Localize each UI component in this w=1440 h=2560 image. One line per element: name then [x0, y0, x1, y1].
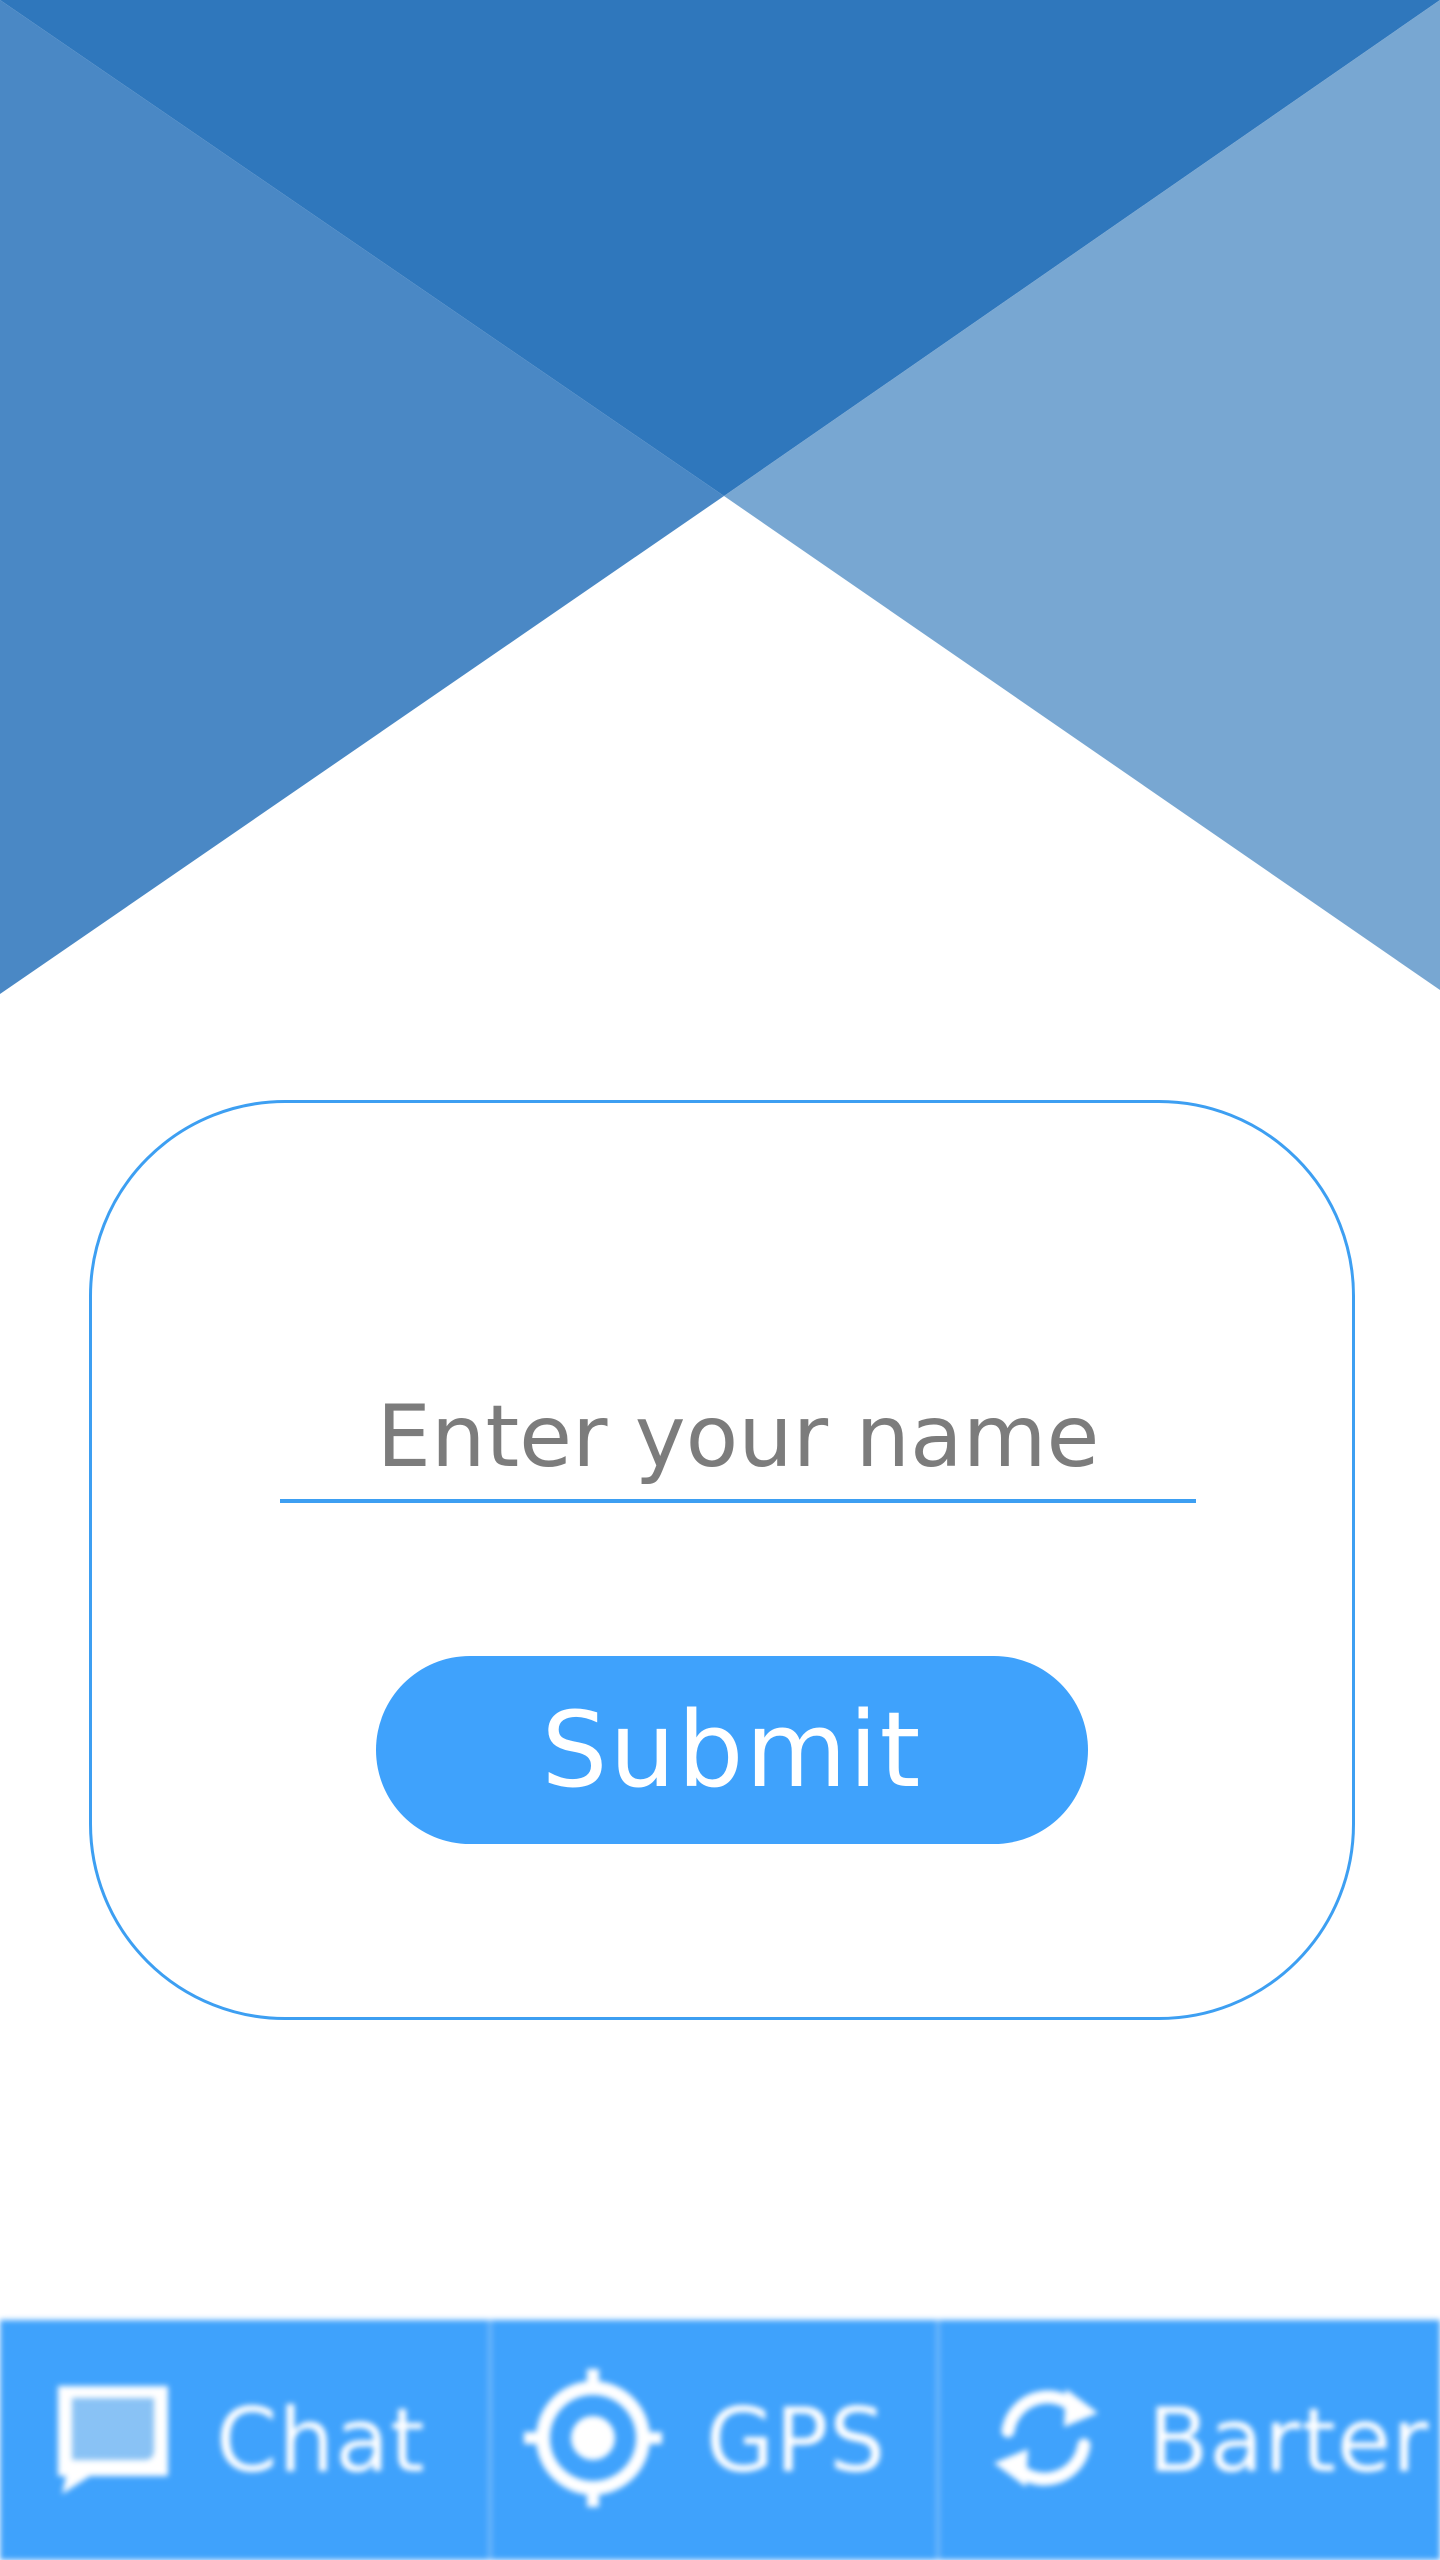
nav-label-barter: Barter [1148, 2388, 1430, 2492]
gps-target-icon [522, 2367, 664, 2513]
bottom-nav: Chat GPS Barter [0, 2320, 1440, 2560]
submit-button[interactable]: Submit [376, 1656, 1088, 1844]
nav-item-barter[interactable]: Barter [936, 2320, 1440, 2560]
nav-label-gps: GPS [706, 2388, 887, 2492]
nav-item-gps[interactable]: GPS [488, 2320, 936, 2560]
exchange-arrows-icon [986, 2383, 1106, 2497]
name-input[interactable] [280, 1385, 1196, 1503]
login-screen: Submit Chat GPS [0, 0, 1440, 2560]
nav-item-chat[interactable]: Chat [0, 2320, 488, 2560]
nav-label-chat: Chat [216, 2388, 426, 2492]
name-entry-card [89, 1100, 1355, 2020]
header-banner [0, 0, 1440, 994]
chat-bubble-icon [52, 2380, 174, 2500]
